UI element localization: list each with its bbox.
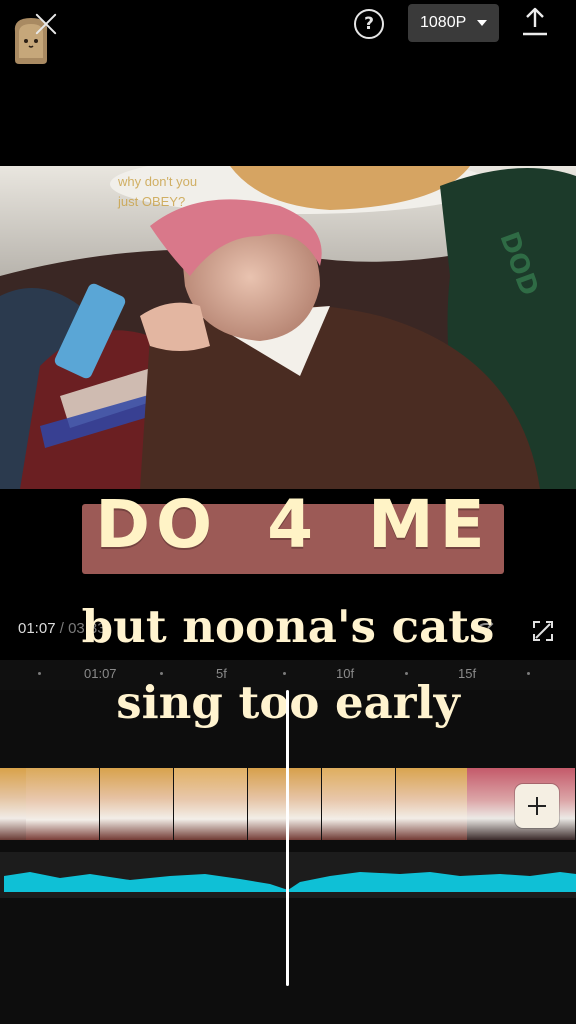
- playhead[interactable]: [286, 690, 289, 986]
- clip-thumbnail: [26, 768, 100, 840]
- lyric-caption: why don't you just OBEY?: [118, 172, 238, 212]
- clip-thumbnail: [174, 768, 248, 840]
- clip-thumbnail: [100, 768, 174, 840]
- lyric-line-2: just OBEY?: [118, 194, 186, 209]
- add-clip-button[interactable]: [515, 784, 559, 828]
- resolution-label: 1080P: [420, 14, 467, 31]
- export-upload-icon[interactable]: [520, 6, 550, 38]
- caret-down-icon: [477, 20, 487, 26]
- video-preview[interactable]: DOD why don't you just OBEY?: [0, 166, 576, 489]
- ruler-dot: [160, 672, 163, 675]
- clip-thumbnail: [248, 768, 322, 840]
- clip-thumbnail: [322, 768, 396, 840]
- ruler-dot: [283, 672, 286, 675]
- ruler-dot: [38, 672, 41, 675]
- subtitle-line-1: but noona's cats: [81, 600, 495, 653]
- clip-thumbnail: [396, 768, 470, 840]
- help-button[interactable]: ?: [354, 9, 384, 39]
- lyric-line-1: why don't you: [118, 174, 198, 189]
- video-frame-image: DOD: [0, 166, 576, 489]
- resolution-dropdown[interactable]: 1080P: [408, 4, 499, 42]
- ruler-dot: [527, 672, 530, 675]
- title-text: DO 4 ME: [95, 486, 491, 563]
- ruler-dot: [405, 672, 408, 675]
- top-toolbar: ? 1080P: [0, 0, 576, 64]
- close-button[interactable]: [30, 8, 62, 40]
